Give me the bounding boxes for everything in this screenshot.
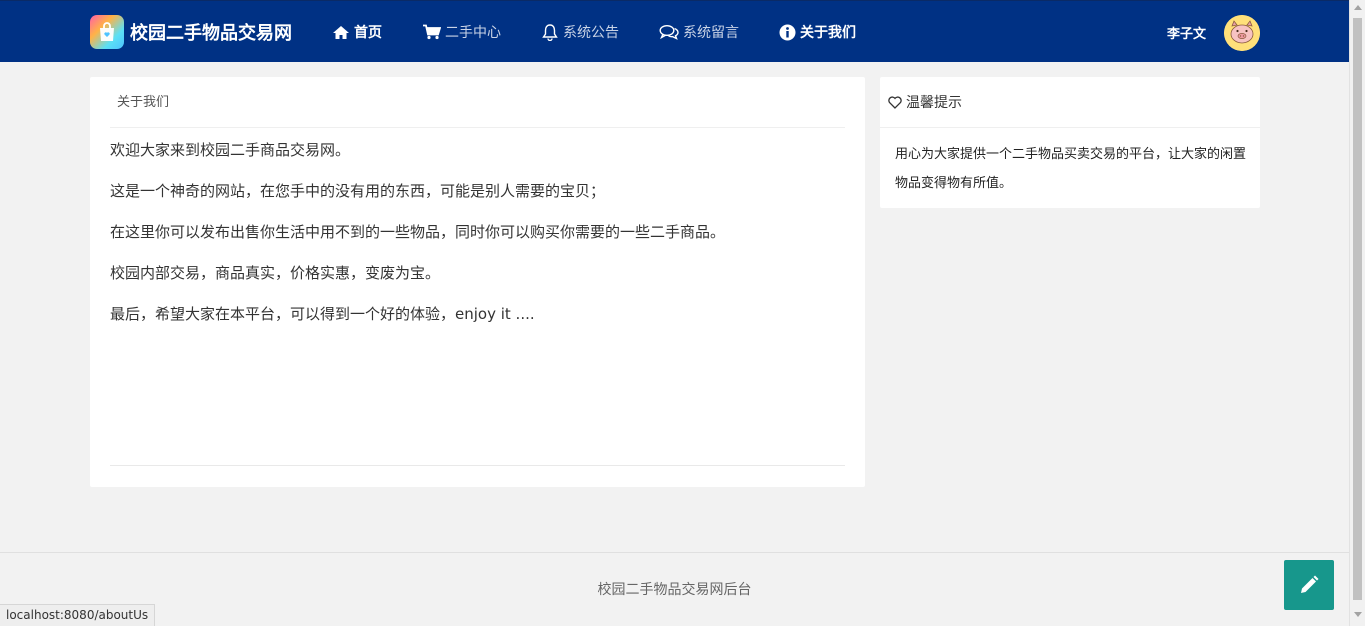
about-card-title: 关于我们 [110,77,845,128]
about-paragraph: 校园内部交易，商品真实，价格实惠，变废为宝。 [110,264,441,282]
home-icon [332,25,350,40]
pig-avatar-icon [1224,15,1260,51]
tips-card: 温馨提示 用心为大家提供一个二手物品买卖交易的平台，让大家的闲置物品变得物有所值… [880,77,1260,208]
cart-icon [422,24,441,40]
page-footer: 校园二手物品交易网后台 [0,552,1349,626]
main-nav: 首页 二手中心 系统公告 系统留言 关于我们 [332,1,896,63]
vertical-scrollbar[interactable] [1349,0,1365,626]
nav-item-label: 系统公告 [563,25,619,41]
brand[interactable]: 校园二手物品交易网 [90,15,292,49]
nav-item-label: 关于我们 [800,25,856,41]
tips-card-title: 温馨提示 [906,95,962,111]
brand-title: 校园二手物品交易网 [130,23,292,44]
about-card-body: 欢迎大家来到校园二手商品交易网。 这是一个神奇的网站，在您手中的没有用的东西，可… [110,128,845,333]
pencil-icon [1301,575,1319,593]
about-paragraph: 这是一个神奇的网站，在您手中的没有用的东西，可能是别人需要的宝贝； [110,182,606,200]
nav-item-about[interactable]: 关于我们 [779,1,856,63]
avatar[interactable] [1224,15,1260,51]
scroll-up-icon[interactable] [1354,5,1362,10]
user-name[interactable]: 李子文 [1167,23,1206,42]
top-navbar: 校园二手物品交易网 首页 二手中心 系统公告 系统留言 关于我们 李子文 [0,0,1349,62]
chat-icon [659,24,679,40]
info-icon [779,24,796,41]
tips-card-text: 用心为大家提供一个二手物品买卖交易的平台，让大家的闲置物品变得物有所值。 [895,147,1247,191]
about-card: 关于我们 欢迎大家来到校园二手商品交易网。 这是一个神奇的网站，在您手中的没有用… [90,77,865,487]
bell-icon [541,23,559,41]
about-paragraph: 在这里你可以发布出售你生活中用不到的一些物品，同时你可以购买你需要的一些二手商品… [110,223,726,241]
status-bar-url: localhost:8080/aboutUs [0,604,156,626]
scroll-thumb[interactable] [1353,18,1362,600]
nav-item-label: 二手中心 [445,25,501,41]
card-divider [110,465,845,466]
nav-item-label: 系统留言 [683,25,739,41]
nav-item-label: 首页 [354,25,382,41]
edit-fab-button[interactable] [1284,560,1334,610]
shopping-bag-icon [90,15,124,49]
nav-item-home[interactable]: 首页 [332,1,382,63]
nav-item-second-hand[interactable]: 二手中心 [422,1,501,63]
about-paragraph: 最后，希望大家在本平台，可以得到一个好的体验，enjoy it .... [110,305,535,323]
scroll-down-icon[interactable] [1354,612,1362,617]
heart-icon [888,95,902,109]
footer-text: 校园二手物品交易网后台 [597,582,752,598]
about-paragraph: 欢迎大家来到校园二手商品交易网。 [110,141,351,159]
nav-item-announcements[interactable]: 系统公告 [541,1,619,63]
tips-card-header: 温馨提示 [880,77,1260,128]
nav-item-messages[interactable]: 系统留言 [659,1,739,63]
